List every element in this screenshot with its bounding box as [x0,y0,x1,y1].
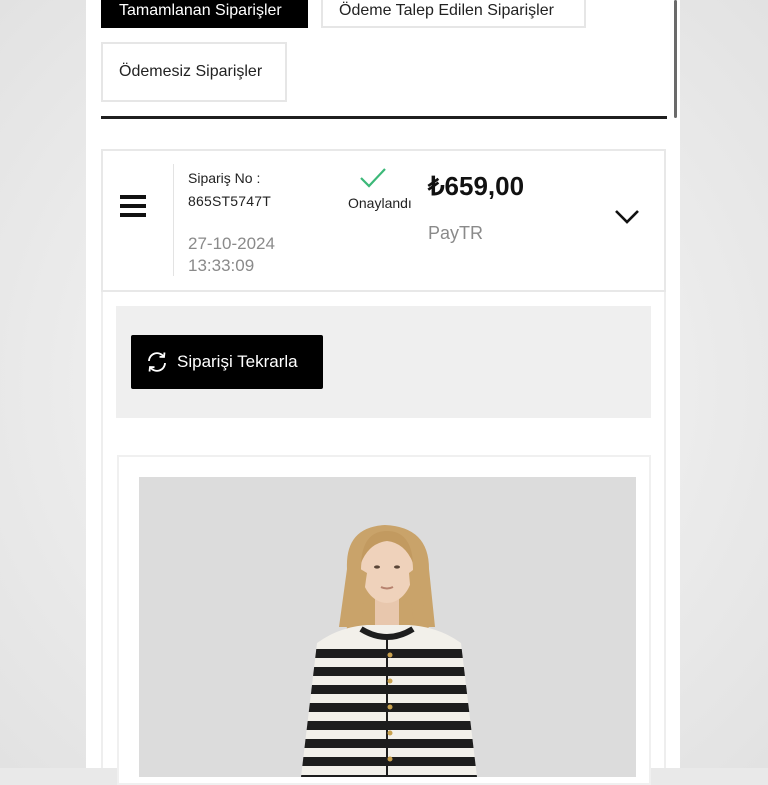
tab-completed-label: Tamamlanan Siparişler [119,2,282,19]
chevron-down-icon[interactable] [613,208,641,226]
scrollbar[interactable] [674,0,677,118]
order-time: 13:33:09 [188,256,255,275]
payment-method: PayTR [428,223,484,243]
tab-unpaid-label: Ödemesiz Siparişler [119,63,263,80]
tab-unpaid-orders[interactable]: Ödemesiz Siparişler [101,42,287,102]
hamburger-menu-icon[interactable] [120,195,146,217]
repeat-order-label: Siparişi Tekrarla [177,352,298,371]
tab-completed-orders[interactable]: Tamamlanan Siparişler [101,0,308,28]
section-divider [101,116,667,119]
order-card-separator [173,164,174,276]
order-number-label: Sipariş No : [188,170,261,186]
product-image[interactable] [139,477,636,777]
order-date: 27-10-2024 [188,234,275,253]
repeat-order-button[interactable]: Siparişi Tekrarla [131,335,323,389]
tab-requested-label: Ödeme Talep Edilen Siparişler [339,2,554,19]
order-number: 865ST5747T [188,193,271,209]
check-icon [360,168,386,188]
order-price: ₺659,00 [428,171,525,201]
refresh-icon [148,352,166,372]
order-status: Onaylandı [348,195,412,211]
tab-payment-requested-orders[interactable]: Ödeme Talep Edilen Siparişler [321,0,586,28]
